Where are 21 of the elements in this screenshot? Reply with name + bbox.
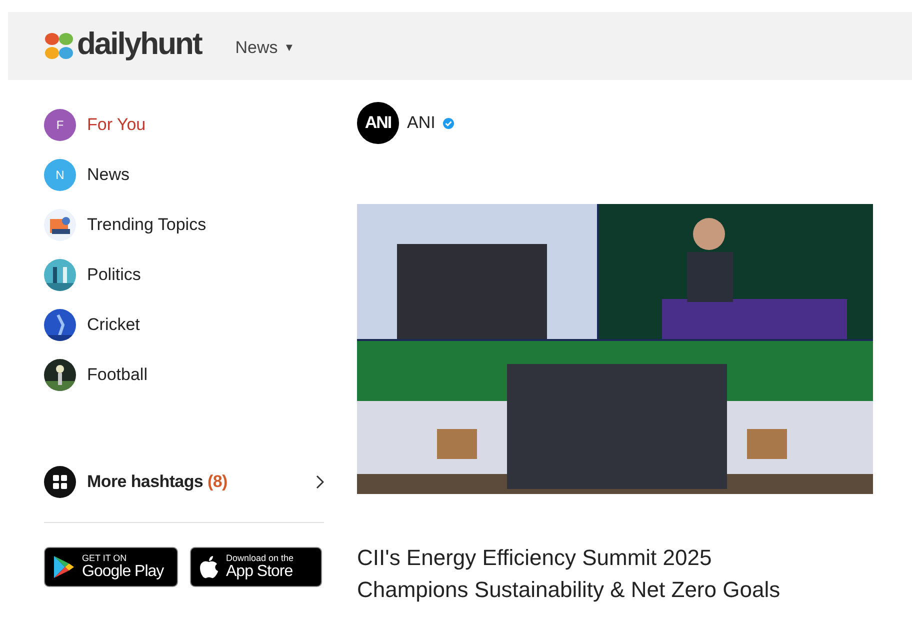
source-avatar[interactable]: ANI	[357, 102, 399, 144]
sidebar-item[interactable]: N News	[44, 150, 324, 200]
letter-avatar: N	[44, 159, 76, 191]
news-dropdown[interactable]: News ▼	[235, 35, 295, 61]
app-store-badge[interactable]: Download on the App Store	[190, 547, 322, 587]
google-play-badge[interactable]: GET IT ON Google Play	[44, 547, 178, 587]
more-hashtags-link[interactable]: More hashtags (8)	[44, 462, 324, 502]
play-icon	[53, 555, 75, 579]
headline[interactable]: CII's Energy Efficiency Summit 2025 Champions Sustainability & Net Zero Goals	[357, 542, 787, 606]
sidebar-item[interactable]: Politics	[44, 250, 324, 300]
apple-icon	[199, 555, 219, 579]
letter-avatar: F	[44, 109, 76, 141]
grid-icon	[44, 466, 76, 498]
sidebar-item[interactable]: F For You	[44, 100, 324, 150]
chevron-right-icon	[316, 475, 324, 489]
sidebar-item[interactable]: Cricket	[44, 300, 324, 350]
sidebar-item[interactable]: Football	[44, 350, 324, 400]
logo-icon	[44, 31, 74, 61]
source-name[interactable]: ANI	[407, 110, 436, 136]
sidebar-item[interactable]: Trending Topics	[44, 200, 324, 250]
logo-text[interactable]: dailyhunt	[77, 28, 202, 64]
